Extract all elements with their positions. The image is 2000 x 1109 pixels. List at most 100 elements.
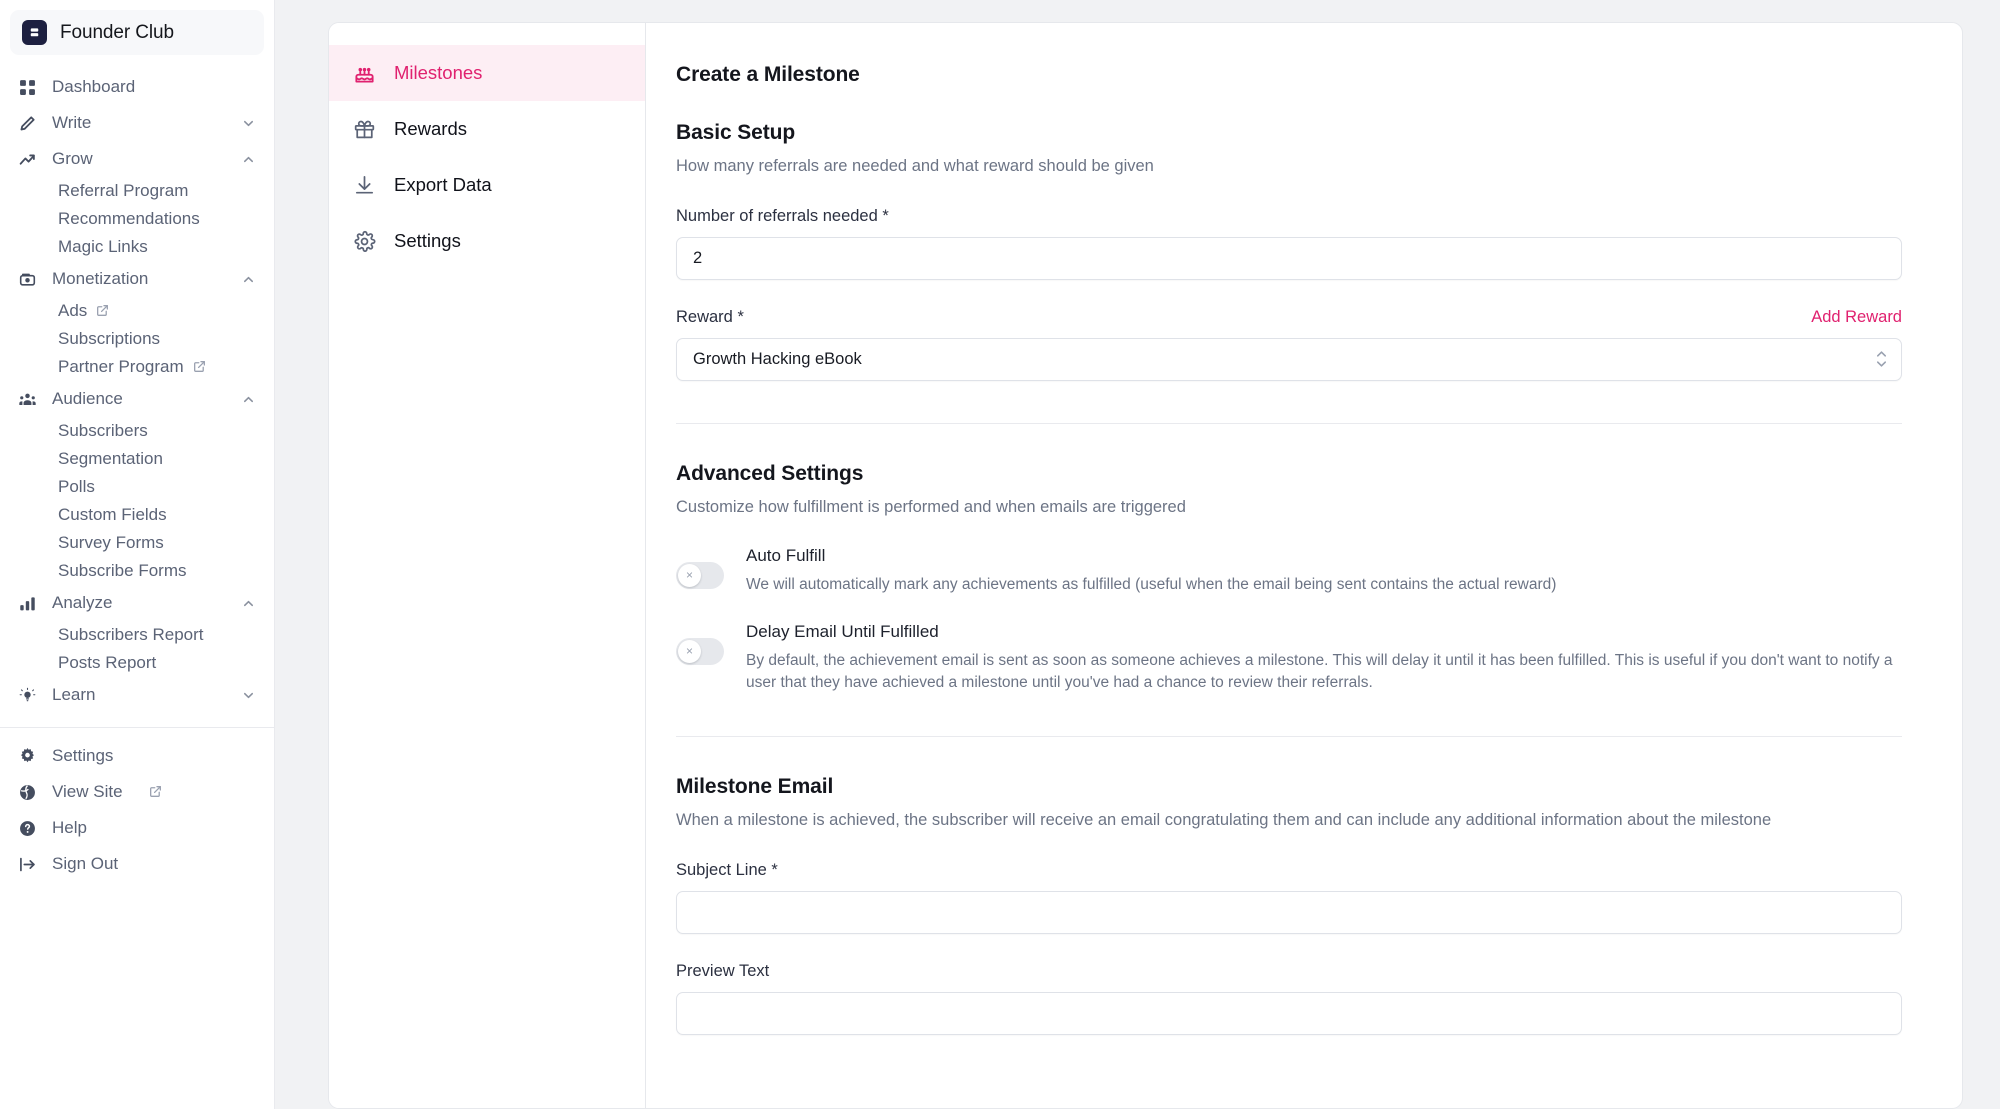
reward-select-wrapper xyxy=(676,337,1902,381)
reward-label: Reward * xyxy=(676,307,744,326)
question-circle-icon xyxy=(18,819,37,838)
subject-line-label-row: Subject Line * xyxy=(676,861,1902,880)
subject-line-input[interactable] xyxy=(676,890,1902,934)
sign-out-icon xyxy=(18,855,37,874)
sidebar-item-label: Dashboard xyxy=(52,77,136,96)
reward-field: Reward * Add Reward xyxy=(676,308,1902,381)
external-link-icon xyxy=(149,785,163,799)
advanced-settings-section: Advanced Settings Customize how fulfillm… xyxy=(676,462,1902,694)
content-panel: Milestones Rewards Export Data Settings … xyxy=(328,22,1963,1109)
sidebar-item-subscriptions[interactable]: Subscriptions xyxy=(0,325,274,353)
milestone-email-section: Milestone Email When a milestone is achi… xyxy=(676,775,1902,1035)
sidebar-item-label: View Site xyxy=(52,782,123,801)
subnav-item-rewards[interactable]: Rewards xyxy=(329,101,645,157)
sidebar-item-label: Sign Out xyxy=(52,854,119,873)
sidebar-item-posts-report[interactable]: Posts Report xyxy=(0,649,274,677)
sidebar-item-subscribe-forms[interactable]: Subscribe Forms xyxy=(0,557,274,585)
sidebar-item-label: Learn xyxy=(52,685,96,704)
chevron-up-icon xyxy=(241,152,256,167)
sidebar-bottom-nav: Settings View Site Help Sign Out xyxy=(0,738,274,882)
sidebar-item-label: Ads xyxy=(58,301,88,320)
subnav-item-settings[interactable]: Settings xyxy=(329,213,645,269)
preview-text-input[interactable] xyxy=(676,991,1902,1035)
sidebar-group-audience[interactable]: Audience xyxy=(0,381,274,417)
auto-fulfill-toggle[interactable]: × xyxy=(676,561,724,589)
delay-email-row: × Delay Email Until Fulfilled By default… xyxy=(676,622,1902,694)
sidebar-item-referral-program[interactable]: Referral Program xyxy=(0,177,274,205)
sidebar-group-monetization[interactable]: Monetization xyxy=(0,261,274,297)
sidebar-group-learn[interactable]: Learn xyxy=(0,677,274,713)
external-link-icon xyxy=(96,304,110,318)
sidebar-item-ads[interactable]: Ads xyxy=(0,297,274,325)
sidebar-item-view-site[interactable]: View Site xyxy=(0,774,274,810)
trending-up-icon xyxy=(18,150,37,169)
sidebar-item-label: Polls xyxy=(58,477,95,496)
basic-setup-section: Basic Setup How many referrals are neede… xyxy=(676,121,1902,381)
globe-icon xyxy=(18,783,37,802)
page-title: Create a Milestone xyxy=(676,63,860,86)
referrals-input[interactable] xyxy=(676,236,1902,280)
sidebar-item-label: Partner Program xyxy=(58,357,184,376)
sidebar-item-recommendations[interactable]: Recommendations xyxy=(0,205,274,233)
money-icon xyxy=(18,270,37,289)
sidebar-item-partner-program[interactable]: Partner Program xyxy=(0,353,274,381)
content-stage: Milestones Rewards Export Data Settings … xyxy=(275,0,2000,1109)
chevron-up-icon xyxy=(241,596,256,611)
sidebar-item-subscribers[interactable]: Subscribers xyxy=(0,417,274,445)
sidebar-item-dashboard[interactable]: Dashboard xyxy=(0,69,274,105)
sidebar-item-label: Settings xyxy=(52,746,114,765)
gift-icon xyxy=(351,116,377,142)
sidebar-item-subscribers-report[interactable]: Subscribers Report xyxy=(0,621,274,649)
sidebar-item-label: Help xyxy=(52,818,87,837)
sidebar-item-label: Custom Fields xyxy=(58,505,167,524)
sidebar-group-analyze[interactable]: Analyze xyxy=(0,585,274,621)
milestone-email-title: Milestone Email xyxy=(676,774,834,798)
auto-fulfill-title: Auto Fulfill xyxy=(746,545,826,565)
add-reward-link[interactable]: Add Reward xyxy=(1811,308,1902,327)
sidebar-item-settings[interactable]: Settings xyxy=(0,738,274,774)
reward-select[interactable] xyxy=(676,337,1902,381)
secondary-nav: Milestones Rewards Export Data Settings xyxy=(329,23,646,1108)
sidebar-item-custom-fields[interactable]: Custom Fields xyxy=(0,501,274,529)
sidebar-item-survey-forms[interactable]: Survey Forms xyxy=(0,529,274,557)
sidebar-item-label: Segmentation xyxy=(58,449,163,468)
preview-text-label: Preview Text xyxy=(676,961,770,980)
delay-email-toggle[interactable]: × xyxy=(676,637,724,665)
brand-name: Founder Club xyxy=(60,21,174,43)
sidebar-item-segmentation[interactable]: Segmentation xyxy=(0,445,274,473)
main-content: Create a Milestone Basic Setup How many … xyxy=(646,23,1962,1108)
sidebar-item-label: Subscribers xyxy=(58,421,148,440)
sidebar-item-sign-out[interactable]: Sign Out xyxy=(0,846,274,882)
chevron-down-icon xyxy=(241,688,256,703)
advanced-settings-subtitle: Customize how fulfillment is performed a… xyxy=(676,497,1186,516)
sidebar-item-help[interactable]: Help xyxy=(0,810,274,846)
brand-workspace-button[interactable]: Founder Club xyxy=(10,10,264,55)
milestone-email-subtitle: When a milestone is achieved, the subscr… xyxy=(676,810,1772,829)
pencil-icon xyxy=(18,114,37,133)
sidebar-item-label: Audience xyxy=(52,389,123,408)
chevron-up-icon xyxy=(241,272,256,287)
section-divider xyxy=(676,422,1902,424)
sidebar-item-label: Referral Program xyxy=(58,181,189,200)
sidebar-group-write[interactable]: Write xyxy=(0,105,274,141)
sidebar-group-grow[interactable]: Grow xyxy=(0,141,274,177)
chevron-up-icon xyxy=(241,392,256,407)
primary-sidebar: Founder Club Dashboard Write Grow Referr… xyxy=(0,0,275,1109)
subnav-item-label: Export Data xyxy=(394,174,492,195)
auto-fulfill-row: × Auto Fulfill We will automatically mar… xyxy=(676,546,1902,596)
toggle-knob-x-icon: × xyxy=(678,563,701,587)
sidebar-item-label: Grow xyxy=(52,149,93,168)
subnav-item-milestones[interactable]: Milestones xyxy=(329,45,645,101)
toggle-knob-x-icon: × xyxy=(678,639,701,663)
reward-label-row: Reward * Add Reward xyxy=(676,308,1902,327)
grid-icon xyxy=(18,78,37,97)
subnav-item-export-data[interactable]: Export Data xyxy=(329,157,645,213)
sidebar-item-label: Monetization xyxy=(52,269,149,288)
sidebar-item-polls[interactable]: Polls xyxy=(0,473,274,501)
sidebar-item-magic-links[interactable]: Magic Links xyxy=(0,233,274,261)
sidebar-nav: Dashboard Write Grow Referral Program Re… xyxy=(0,69,274,713)
external-link-icon xyxy=(193,360,207,374)
gear-icon xyxy=(18,747,37,766)
sidebar-item-label: Recommendations xyxy=(58,209,200,228)
